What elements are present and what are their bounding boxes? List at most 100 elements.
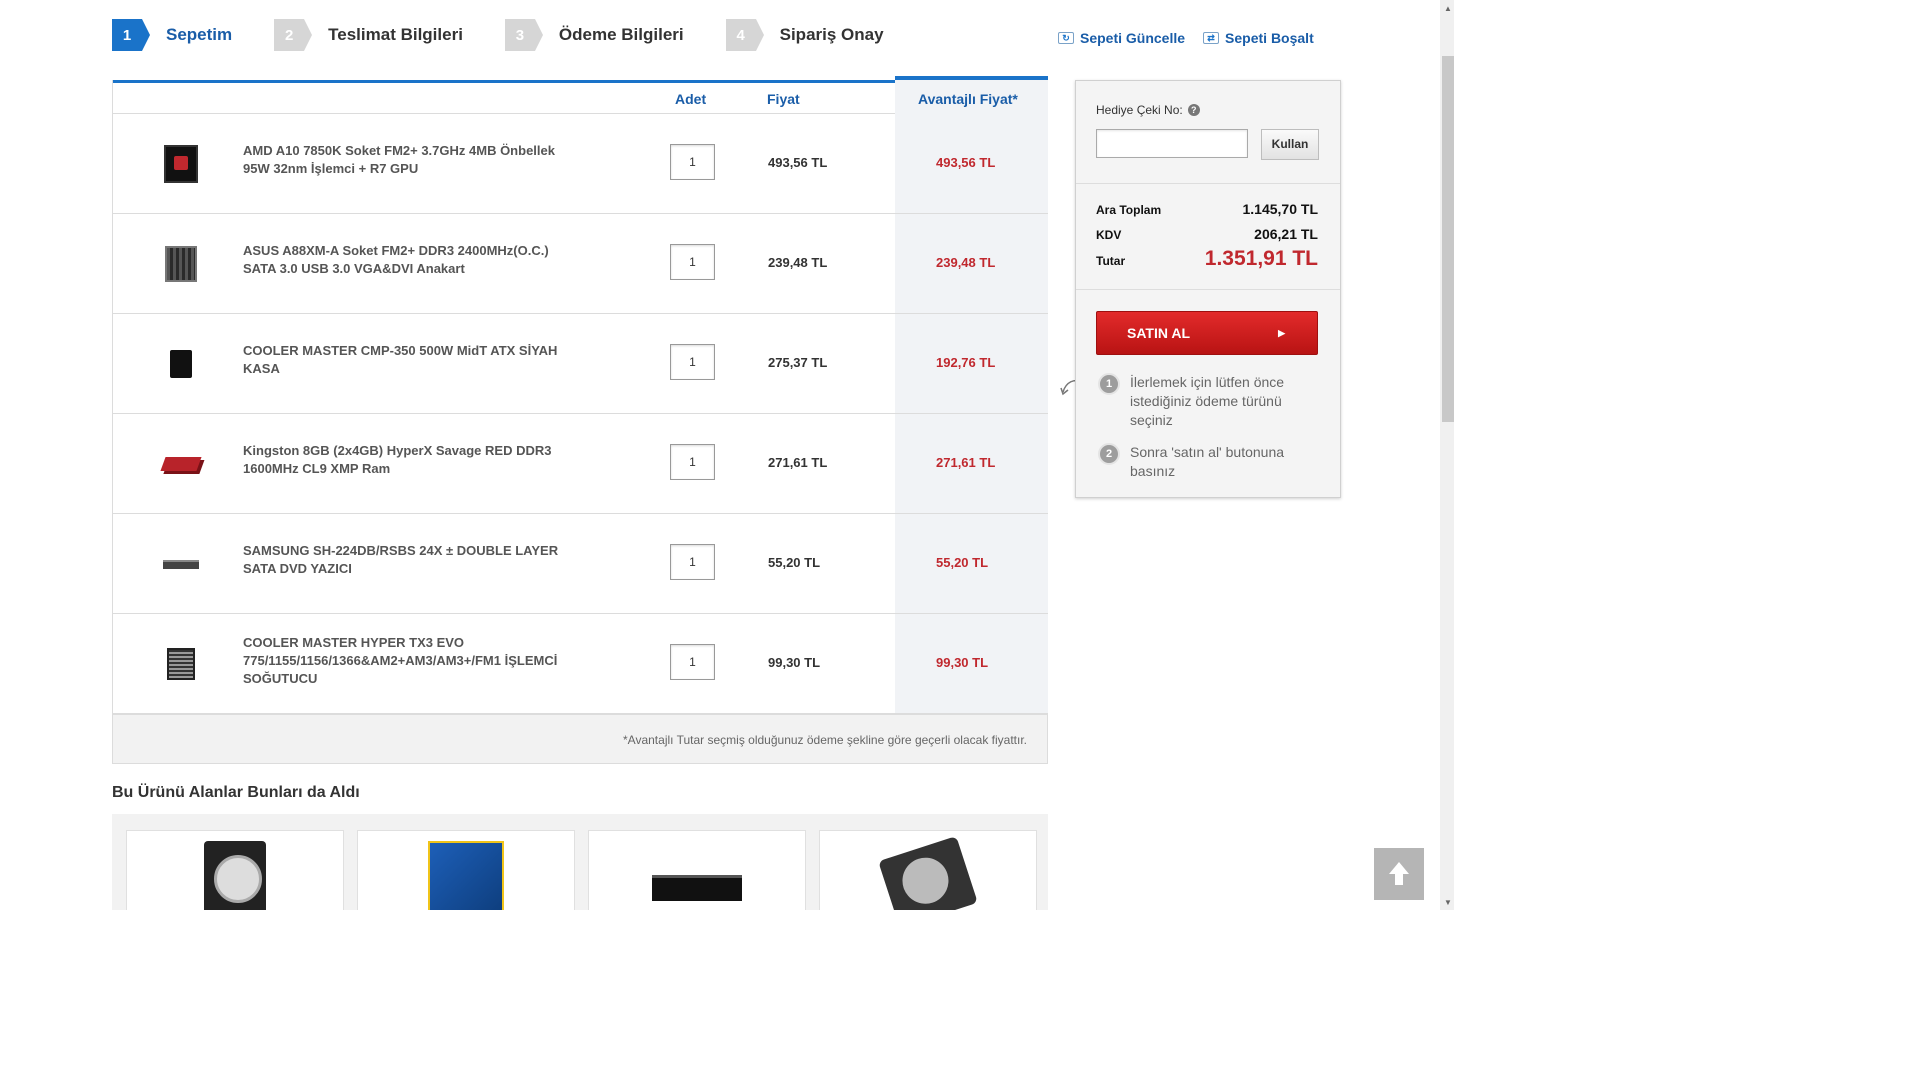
empty-cart-icon: ⇄ [1203, 32, 1220, 44]
header-adv-price: Avantajlı Fiyat* [918, 91, 1018, 107]
quantity-input[interactable]: 1 [670, 344, 715, 380]
refresh-cart-icon: ↻ [1058, 32, 1074, 44]
scrollbar-thumb[interactable] [1442, 56, 1454, 422]
subtotal-value: 1.145,70 TL [1242, 201, 1319, 217]
product-name[interactable]: ASUS A88XM-A Soket FM2+ DDR3 2400MHz(O.C… [243, 242, 583, 278]
product-adv-price: 55,20 TL [936, 555, 989, 570]
product-name[interactable]: SAMSUNG SH-224DB/RSBS 24X ± DOUBLE LAYER… [243, 542, 583, 578]
dvd-drive-icon[interactable] [159, 542, 203, 586]
cart-row: SAMSUNG SH-224DB/RSBS 24X ± DOUBLE LAYER… [113, 514, 1048, 614]
cart-row: COOLER MASTER HYPER TX3 EVO 775/1155/115… [113, 614, 1048, 714]
cpu-box-icon[interactable] [159, 142, 203, 186]
gift-voucher-label-text: Hediye Çeki No: [1096, 103, 1183, 117]
hard-drive-open-icon [878, 836, 978, 910]
step-label: Sipariş Onay [779, 25, 884, 44]
quantity-input[interactable]: 1 [670, 144, 715, 180]
related-products [112, 814, 1048, 910]
gift-voucher-label: Hediye Çeki No: ? [1096, 103, 1200, 117]
motherboard-icon[interactable] [159, 242, 203, 286]
quantity-input[interactable]: 1 [670, 644, 715, 680]
subtotal-row: Ara Toplam 1.145,70 TL [1096, 201, 1318, 217]
product-price: 275,37 TL [768, 355, 828, 370]
checkout-hint: 1 İlerlemek için lütfen önce istediğiniz… [1098, 373, 1318, 430]
step-cart[interactable]: 1 Sepetim [112, 19, 232, 51]
cart-row: ASUS A88XM-A Soket FM2+ DDR3 2400MHz(O.C… [113, 214, 1048, 314]
ram-icon[interactable] [159, 442, 203, 486]
quantity-input[interactable]: 1 [670, 444, 715, 480]
hard-drive-icon [204, 841, 266, 910]
product-price: 239,48 TL [768, 255, 828, 270]
quantity-input[interactable]: 1 [670, 544, 715, 580]
product-price: 493,56 TL [768, 155, 828, 170]
total-label: Tutar [1096, 254, 1126, 268]
header-qty: Adet [675, 91, 707, 107]
scroll-up-arrow-icon[interactable]: ▲ [1440, 0, 1454, 16]
related-product-card[interactable] [588, 830, 806, 910]
step-payment: 3 Ödeme Bilgileri [504, 19, 684, 51]
related-products-title: Bu Ürünü Alanlar Bunları da Aldı [112, 784, 360, 801]
cart-row: AMD A10 7850K Soket FM2+ 3.7GHz 4MB Önbe… [113, 114, 1048, 214]
total-row: Tutar 1.351,91 TL [1096, 247, 1318, 271]
hint-text: İlerlemek için lütfen önce istediğiniz ö… [1130, 374, 1285, 428]
related-product-card[interactable] [357, 830, 575, 910]
gift-voucher-input[interactable] [1096, 129, 1248, 158]
product-name[interactable]: COOLER MASTER HYPER TX3 EVO 775/1155/115… [243, 634, 583, 688]
intel-processor-box-icon [428, 841, 504, 910]
product-price: 271,61 TL [768, 455, 828, 470]
product-price: 99,30 TL [768, 655, 821, 670]
apply-voucher-button[interactable]: Kullan [1261, 129, 1319, 160]
cart-row: Kingston 8GB (2x4GB) HyperX Savage RED D… [113, 414, 1048, 514]
hint-number: 2 [1098, 443, 1120, 465]
product-adv-price: 271,61 TL [936, 455, 996, 470]
cart-row: COOLER MASTER CMP-350 500W MidT ATX SİYA… [113, 314, 1048, 414]
buy-button-label: SATIN AL [1127, 325, 1190, 341]
related-product-card[interactable] [819, 830, 1037, 910]
step-number: 4 [725, 19, 764, 51]
product-name[interactable]: AMD A10 7850K Soket FM2+ 3.7GHz 4MB Önbe… [243, 142, 583, 178]
tax-value: 206,21 TL [1254, 226, 1318, 242]
cart-actions: ↻ Sepeti Güncelle ⇄ Sepeti Boşalt [1058, 30, 1314, 46]
product-adv-price: 239,48 TL [936, 255, 996, 270]
hint-number: 1 [1098, 373, 1120, 395]
update-cart-link[interactable]: ↻ Sepeti Güncelle [1058, 30, 1185, 46]
cart-table-header: Adet Fiyat Avantajlı Fiyat* [113, 76, 1048, 116]
total-value: 1.351,91 TL [1204, 247, 1318, 270]
pc-case-icon[interactable] [159, 342, 203, 386]
buy-button[interactable]: SATIN AL ▶ [1096, 311, 1318, 355]
related-product-card[interactable] [126, 830, 344, 910]
order-summary-panel: Hediye Çeki No: ? Kullan Ara Toplam 1.14… [1075, 80, 1341, 498]
step-number: 3 [504, 19, 543, 51]
product-adv-price: 493,56 TL [936, 155, 996, 170]
step-number: 2 [274, 19, 313, 51]
product-price: 55,20 TL [768, 555, 821, 570]
empty-cart-link[interactable]: ⇄ Sepeti Boşalt [1203, 30, 1314, 46]
product-name[interactable]: COOLER MASTER CMP-350 500W MidT ATX SİYA… [243, 342, 583, 378]
tax-label: KDV [1096, 228, 1122, 242]
step-number: 1 [112, 19, 150, 51]
step-delivery: 2 Teslimat Bilgileri [274, 19, 463, 51]
vertical-scrollbar[interactable]: ▲ ▼ [1440, 0, 1454, 910]
step-label: Ödeme Bilgileri [558, 25, 684, 44]
back-to-top-button[interactable] [1374, 848, 1424, 900]
page-viewport: 1 Sepetim 2 Teslimat Bilgileri 3 Ödeme B… [0, 0, 1454, 910]
checkout-hint: 2 Sonra 'satın al' butonuna basınız [1098, 443, 1318, 481]
product-adv-price: 192,76 TL [936, 355, 996, 370]
checkout-steps: 1 Sepetim 2 Teslimat Bilgileri 3 Ödeme B… [112, 18, 926, 52]
product-name[interactable]: Kingston 8GB (2x4GB) HyperX Savage RED D… [243, 442, 583, 478]
arrow-up-icon [1389, 862, 1409, 885]
subtotal-label: Ara Toplam [1096, 203, 1162, 217]
help-icon[interactable]: ? [1187, 104, 1200, 116]
divider [1076, 183, 1340, 184]
step-confirm: 4 Sipariş Onay [725, 19, 884, 51]
quantity-input[interactable]: 1 [670, 244, 715, 280]
hint-text: Sonra 'satın al' butonuna basınız [1130, 444, 1285, 479]
cpu-cooler-icon[interactable] [159, 642, 203, 686]
cart-table: Adet Fiyat Avantajlı Fiyat* AMD A10 7850… [112, 76, 1048, 764]
tax-row: KDV 206,21 TL [1096, 226, 1318, 242]
step-label: Teslimat Bilgileri [328, 25, 463, 44]
play-arrow-icon: ▶ [1278, 327, 1285, 338]
empty-cart-label: Sepeti Boşalt [1225, 30, 1314, 46]
divider [1076, 289, 1340, 290]
advantage-price-note: *Avantajlı Tutar seçmiş olduğunuz ödeme … [113, 714, 1047, 764]
scroll-down-arrow-icon[interactable]: ▼ [1440, 894, 1454, 910]
